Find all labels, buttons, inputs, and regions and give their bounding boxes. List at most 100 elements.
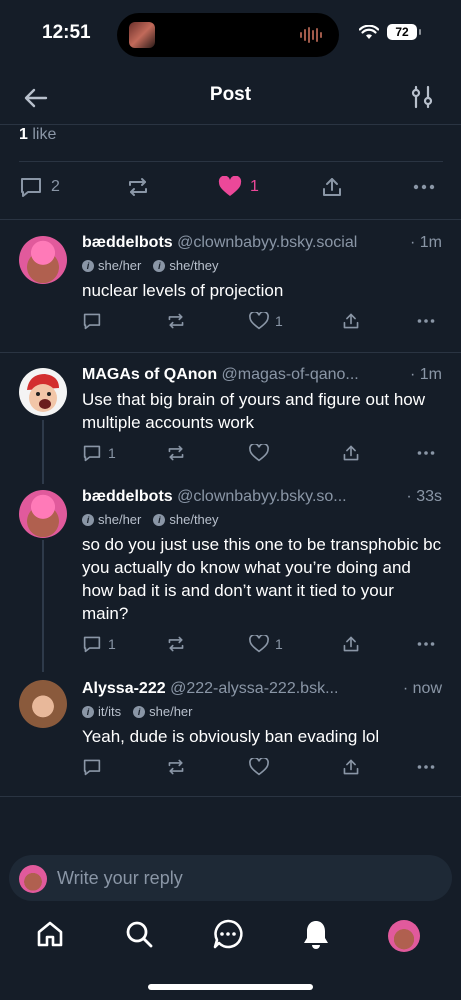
avatar[interactable] <box>19 236 67 284</box>
repost-icon <box>168 445 184 461</box>
comment-icon <box>83 759 101 776</box>
more-button[interactable] <box>415 635 437 653</box>
reply-text: Use that big brain of yours and figure o… <box>82 390 426 432</box>
home-indicator <box>148 984 313 990</box>
repost-button[interactable] <box>166 758 186 776</box>
comment-icon <box>83 313 101 330</box>
like-count: 1 <box>250 178 259 195</box>
more-button[interactable] <box>415 444 437 462</box>
like-button[interactable] <box>249 758 269 776</box>
like-button[interactable]: 1 <box>218 176 259 198</box>
reply-header: bæddelbots @clownbabyy.bsky.so... <box>82 488 442 506</box>
like-button[interactable]: 1 <box>249 312 283 330</box>
more-button[interactable] <box>415 312 437 330</box>
post-time: · now <box>398 680 442 698</box>
author-name[interactable]: MAGAs of QAnon <box>82 366 217 383</box>
pronoun-tag: i she/they <box>153 512 219 527</box>
pronoun-label: she/her <box>149 704 193 719</box>
search-icon[interactable] <box>123 918 155 950</box>
divider <box>0 352 461 353</box>
pronoun-label: she/her <box>98 512 142 527</box>
share-button[interactable] <box>342 758 360 776</box>
author-name[interactable]: bæddelbots <box>82 488 173 505</box>
info-icon: i <box>153 259 166 272</box>
avatar[interactable] <box>19 368 67 416</box>
home-icon[interactable] <box>34 918 66 950</box>
post-time: · 33s <box>402 488 442 506</box>
reply-item[interactable]: MAGAs of QAnon @magas-of-qano... · 1m Us… <box>0 366 461 476</box>
share-button[interactable] <box>342 312 360 330</box>
reply-button[interactable]: 1 <box>82 444 116 462</box>
ellipsis-icon <box>417 319 435 323</box>
reply-item[interactable]: Alyssa-222 @222-alyssa-222.bsk... · now … <box>0 680 461 790</box>
like-button[interactable] <box>249 444 269 462</box>
reply-item[interactable]: bæddelbots @clownbabyy.bsky.social · 1m … <box>0 234 461 352</box>
ellipsis-icon <box>417 765 435 769</box>
divider <box>0 796 461 797</box>
page-title: Post <box>209 84 252 105</box>
like-button[interactable]: 1 <box>249 635 283 653</box>
author-name[interactable]: Alyssa-222 <box>82 680 166 697</box>
info-icon: i <box>82 513 94 526</box>
pronouns: i it/its i she/her <box>82 704 442 719</box>
likes-label: like <box>32 126 57 143</box>
author-name[interactable]: bæddelbots <box>82 234 173 251</box>
ellipsis-icon <box>413 184 435 190</box>
reply-header: MAGAs of QAnon @magas-of-qano... <box>82 366 442 384</box>
reply-text: so do you just use this one to be transp… <box>82 535 442 623</box>
reply-text: nuclear levels of projection <box>82 281 284 300</box>
reply-button[interactable]: 1 <box>82 635 116 653</box>
repost-button[interactable] <box>166 635 186 653</box>
reply-actions <box>82 758 442 784</box>
avatar[interactable] <box>19 490 67 538</box>
divider <box>0 219 461 220</box>
pronoun-tag: i she/they <box>153 258 219 273</box>
avatar[interactable] <box>19 680 67 728</box>
reply-count: 1 <box>108 445 116 461</box>
reply-header: Alyssa-222 @222-alyssa-222.bsk... <box>82 680 442 698</box>
post-actions: 2 1 <box>0 168 461 212</box>
share-button[interactable] <box>342 635 360 653</box>
share-button[interactable] <box>342 444 360 462</box>
heart-icon <box>249 444 269 462</box>
likes-summary[interactable]: 1 like <box>19 126 56 144</box>
share-button[interactable] <box>321 176 343 198</box>
comment-icon <box>21 178 41 197</box>
sliders-icon[interactable] <box>409 84 435 110</box>
pronoun-tag: i she/her <box>133 704 193 719</box>
profile-avatar[interactable] <box>388 920 420 952</box>
pronouns: i she/her i she/they <box>82 512 442 527</box>
author-handle[interactable]: @clownbabyy.bsky.so... <box>177 488 347 505</box>
status-bar: 12:51 72 <box>0 0 461 70</box>
reply-button[interactable] <box>82 312 102 330</box>
author-handle[interactable]: @magas-of-qano... <box>222 366 359 383</box>
repost-button[interactable] <box>166 444 186 462</box>
repost-button[interactable] <box>166 312 186 330</box>
author-handle[interactable]: @clownbabyy.bsky.social <box>177 234 357 251</box>
share-icon <box>343 313 359 329</box>
info-icon: i <box>133 705 146 718</box>
pronoun-label: it/its <box>98 704 122 719</box>
reply-button[interactable]: 2 <box>19 176 60 198</box>
reply-actions: 1 <box>82 444 442 470</box>
bell-icon[interactable] <box>300 918 332 950</box>
repost-button[interactable] <box>126 176 150 198</box>
pronoun-tag: i she/her <box>82 258 141 273</box>
chat-icon[interactable] <box>212 918 244 950</box>
battery-indicator: 72 <box>387 24 421 40</box>
info-icon: i <box>153 513 166 526</box>
repost-icon <box>168 313 184 329</box>
heart-icon <box>249 312 269 330</box>
reply-button[interactable] <box>82 758 102 776</box>
reply-item[interactable]: bæddelbots @clownbabyy.bsky.so... · 33s … <box>0 488 461 668</box>
cartoon-avatar-icon <box>27 374 59 412</box>
reply-composer[interactable]: Write your reply <box>9 855 452 901</box>
heart-icon <box>249 635 269 653</box>
reply-text: Yeah, dude is obviously ban evading lol <box>82 727 380 746</box>
pronouns: i she/her i she/they <box>82 258 442 273</box>
reply-placeholder[interactable]: Write your reply <box>57 868 183 889</box>
heart-icon <box>249 758 269 776</box>
more-button[interactable] <box>412 176 436 198</box>
more-button[interactable] <box>415 758 437 776</box>
author-handle[interactable]: @222-alyssa-222.bsk... <box>170 680 338 697</box>
